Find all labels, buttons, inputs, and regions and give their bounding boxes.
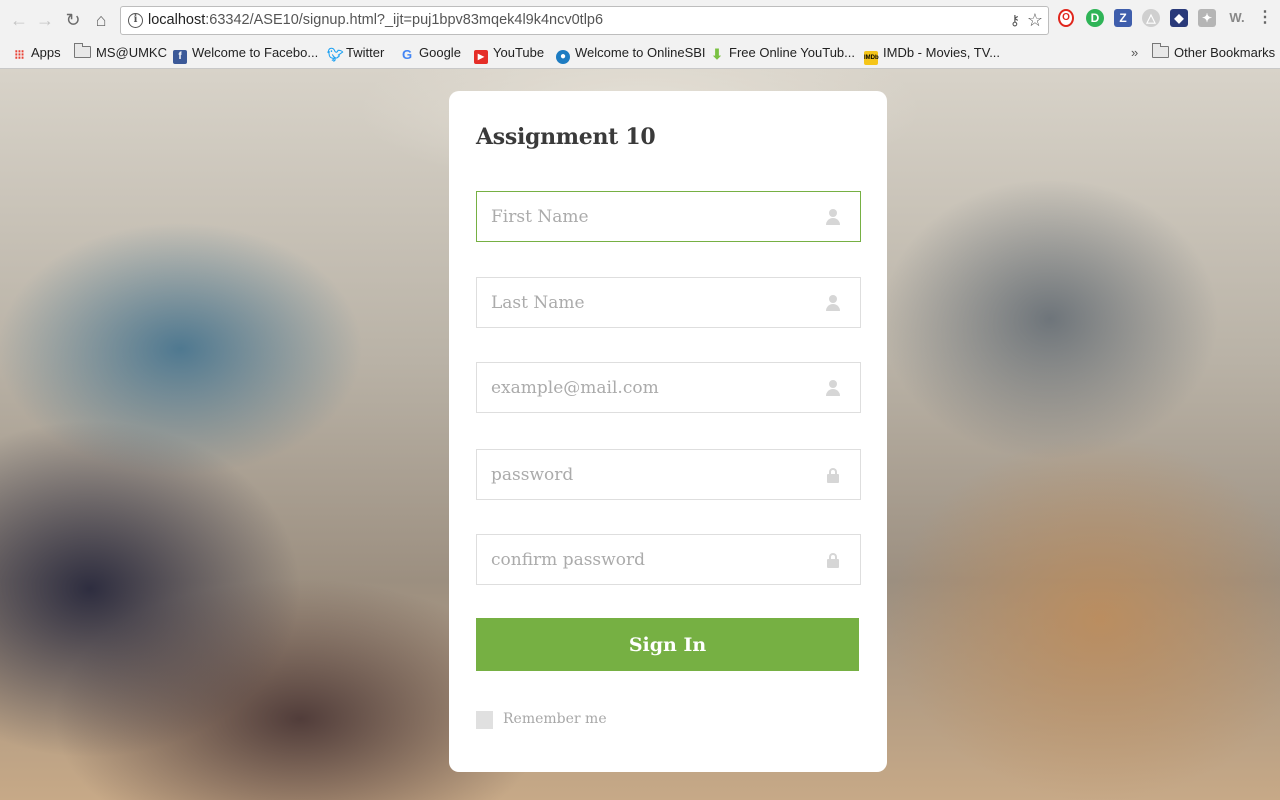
- folder-icon: [74, 43, 91, 58]
- password-field: [476, 449, 861, 500]
- bookmark-facebook[interactable]: f Welcome to Facebo...: [173, 44, 318, 64]
- apps-grid-icon: ⁝⁝⁝: [14, 47, 24, 62]
- user-icon: [826, 209, 840, 225]
- imdb-icon: IMDb: [864, 51, 879, 65]
- user-icon: [826, 295, 840, 311]
- zotero-extension-icon[interactable]: Z: [1114, 9, 1132, 27]
- email-input[interactable]: [477, 363, 860, 412]
- remember-me-label[interactable]: Remember me: [503, 711, 607, 727]
- info-icon[interactable]: i: [128, 13, 143, 28]
- twitter-icon: 🐦︎: [327, 47, 344, 62]
- password-input[interactable]: [477, 450, 860, 499]
- first-name-field: [476, 191, 861, 242]
- address-bar[interactable]: i localhost:63342/ASE10/signup.html?_ijt…: [120, 6, 1049, 35]
- bookmark-star-icon[interactable]: ☆: [1027, 10, 1043, 31]
- bookmark-ms-umkc[interactable]: MS@UMKC: [74, 43, 167, 62]
- w-extension-icon[interactable]: W.: [1226, 9, 1248, 27]
- first-name-input[interactable]: [477, 192, 860, 241]
- facebook-icon: f: [173, 50, 187, 64]
- google-icon: G: [401, 47, 413, 62]
- youtube-icon: ▶: [474, 50, 488, 64]
- sbi-icon: ●: [556, 50, 570, 64]
- last-name-input[interactable]: [477, 278, 860, 327]
- user-icon: [826, 380, 840, 396]
- drive-extension-icon[interactable]: △: [1142, 9, 1160, 27]
- menu-icon[interactable]: ⋮: [1256, 9, 1274, 27]
- opera-extension-icon[interactable]: O: [1058, 9, 1074, 27]
- bookmark-imdb[interactable]: IMDb IMDb - Movies, TV...: [864, 44, 1000, 65]
- browser-chrome: ← → ↻ ⌂ i localhost:63342/ASE10/signup.h…: [0, 0, 1280, 69]
- forward-button[interactable]: →: [34, 9, 56, 31]
- bookmark-youtube[interactable]: ▶ YouTube: [474, 44, 544, 64]
- back-button[interactable]: ←: [8, 9, 30, 31]
- confirm-password-field: [476, 534, 861, 585]
- last-name-field: [476, 277, 861, 328]
- confirm-password-input[interactable]: [477, 535, 860, 584]
- bookmark-free-youtube[interactable]: ⬇ Free Online YouTub...: [710, 44, 855, 62]
- bookmark-google[interactable]: G Google: [400, 44, 461, 62]
- lock-icon: [826, 467, 840, 483]
- home-button[interactable]: ⌂: [90, 9, 112, 31]
- folder-icon: [1152, 43, 1169, 58]
- address-bar-url: localhost:63342/ASE10/signup.html?_ijt=p…: [148, 12, 604, 28]
- sign-in-button[interactable]: Sign In: [476, 618, 859, 671]
- green-extension-icon[interactable]: D: [1086, 9, 1104, 27]
- remember-me-checkbox[interactable]: [476, 711, 493, 729]
- browser-toolbar: ← → ↻ ⌂ i localhost:63342/ASE10/signup.h…: [0, 0, 1280, 40]
- reload-button[interactable]: ↻: [62, 9, 84, 31]
- form-title: Assignment 10: [476, 124, 656, 150]
- email-field: [476, 362, 861, 413]
- bookmark-apps[interactable]: ⁝⁝⁝ Apps: [12, 44, 60, 62]
- download-arrow-icon: ⬇: [711, 46, 723, 62]
- bookmarks-bar: ⁝⁝⁝ Apps MS@UMKC f Welcome to Facebo... 🐦︎…: [0, 40, 1280, 68]
- lock-icon: [826, 552, 840, 568]
- dark-extension-icon[interactable]: ◆: [1170, 9, 1188, 27]
- bookmark-twitter[interactable]: 🐦︎ Twitter: [327, 44, 384, 62]
- bookmark-onlinesbi[interactable]: ● Welcome to OnlineSBI: [556, 44, 706, 64]
- bookmark-other-bookmarks[interactable]: Other Bookmarks: [1152, 43, 1275, 62]
- signup-card: Assignment 10 Sign In Remember me: [449, 91, 887, 772]
- puzzle-extension-icon[interactable]: ✦: [1198, 9, 1216, 27]
- key-icon[interactable]: ⚷: [1010, 12, 1020, 29]
- bookmarks-overflow-button[interactable]: »: [1131, 44, 1138, 62]
